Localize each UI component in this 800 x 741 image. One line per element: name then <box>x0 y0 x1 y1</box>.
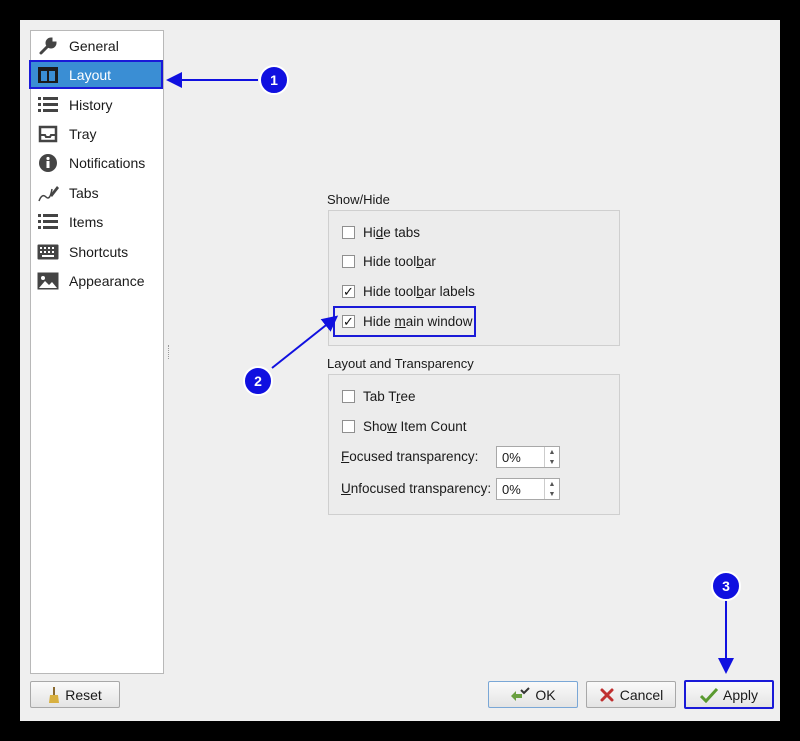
sidebar-item-general[interactable]: General <box>31 31 163 60</box>
show-item-count-label: Show Item Count <box>363 419 467 434</box>
ok-button[interactable]: OK <box>488 681 578 708</box>
layout-icon <box>37 64 59 86</box>
info-icon <box>37 152 59 174</box>
sidebar-item-label: Layout <box>69 66 112 83</box>
unfocused-transparency-label: Unfocused transparency: <box>341 481 492 496</box>
list-icon <box>37 211 59 233</box>
annotation-badge-1: 1 <box>259 65 289 95</box>
sidebar-item-label: General <box>69 37 119 54</box>
hide-toolbar-checkbox[interactable] <box>342 255 355 268</box>
broom-icon <box>48 686 60 703</box>
keyboard-icon <box>37 241 59 263</box>
tray-icon <box>37 123 59 145</box>
sidebar-item-layout[interactable]: Layout <box>29 60 163 89</box>
focused-transparency-value[interactable]: 0% <box>497 450 544 465</box>
cancel-icon <box>599 687 615 703</box>
hide-toolbar-labels-checkbox[interactable]: ✓ <box>342 285 355 298</box>
annotation-badge-2: 2 <box>243 366 273 396</box>
sidebar: General Layout History Tray Notification… <box>29 30 164 674</box>
sidebar-item-label: Tabs <box>69 184 99 201</box>
sidebar-item-label: Tray <box>69 125 97 142</box>
tab-tree-option[interactable]: Tab Tree <box>342 389 416 404</box>
sidebar-item-appearance[interactable]: Appearance <box>31 266 163 295</box>
list-icon <box>37 94 59 116</box>
hide-main-window-highlight <box>333 306 476 337</box>
image-icon <box>37 270 59 292</box>
sidebar-item-history[interactable]: History <box>31 90 163 119</box>
hide-toolbar-label: Hide toolbar <box>363 254 436 269</box>
show-item-count-checkbox[interactable] <box>342 420 355 433</box>
show-item-count-option[interactable]: Show Item Count <box>342 419 467 434</box>
checkmark-icon <box>699 687 718 703</box>
sidebar-item-notifications[interactable]: Notifications <box>31 148 163 177</box>
splitter-handle[interactable] <box>168 345 171 359</box>
preferences-window: General Layout History Tray Notification… <box>20 20 780 721</box>
show-hide-title: Show/Hide <box>327 192 390 207</box>
spin-up-icon[interactable]: ▲ <box>545 447 559 457</box>
sidebar-item-label: Items <box>69 213 104 230</box>
hide-toolbar-labels-label: Hide toolbar labels <box>363 284 475 299</box>
sidebar-item-tabs[interactable]: Tabs <box>31 178 163 207</box>
apply-button[interactable]: Apply <box>684 680 774 709</box>
cancel-button[interactable]: Cancel <box>586 681 676 708</box>
layout-transparency-title: Layout and Transparency <box>327 356 474 371</box>
sidebar-item-label: Appearance <box>69 272 145 289</box>
reset-button[interactable]: Reset <box>30 681 120 708</box>
hide-tabs-label: Hide tabs <box>363 225 421 240</box>
sidebar-item-shortcuts[interactable]: Shortcuts <box>31 237 163 266</box>
sidebar-item-label: Shortcuts <box>69 243 129 260</box>
sidebar-item-label: History <box>69 96 113 113</box>
spin-up-icon[interactable]: ▲ <box>545 479 559 489</box>
sidebar-item-label: Notifications <box>69 154 146 171</box>
wrench-icon <box>37 35 59 57</box>
tab-tree-label: Tab Tree <box>363 389 416 404</box>
annotation-badge-3: 3 <box>711 571 741 601</box>
spin-down-icon[interactable]: ▼ <box>545 489 559 499</box>
hide-tabs-option[interactable]: Hide tabs <box>342 225 420 240</box>
focused-transparency-label: Focused transparency: <box>341 449 479 464</box>
pen-icon <box>37 182 59 204</box>
hide-tabs-checkbox[interactable] <box>342 226 355 239</box>
spin-down-icon[interactable]: ▼ <box>545 457 559 467</box>
ok-icon <box>510 686 531 703</box>
focused-transparency-spinbox[interactable]: 0% ▲ ▼ <box>496 446 560 468</box>
sidebar-item-tray[interactable]: Tray <box>31 119 163 148</box>
hide-toolbar-labels-option[interactable]: ✓ Hide toolbar labels <box>342 284 475 299</box>
tab-tree-checkbox[interactable] <box>342 390 355 403</box>
unfocused-transparency-value[interactable]: 0% <box>497 482 544 497</box>
sidebar-item-items[interactable]: Items <box>31 207 163 236</box>
unfocused-transparency-spinbox[interactable]: 0% ▲ ▼ <box>496 478 560 500</box>
hide-toolbar-option[interactable]: Hide toolbar <box>342 254 436 269</box>
